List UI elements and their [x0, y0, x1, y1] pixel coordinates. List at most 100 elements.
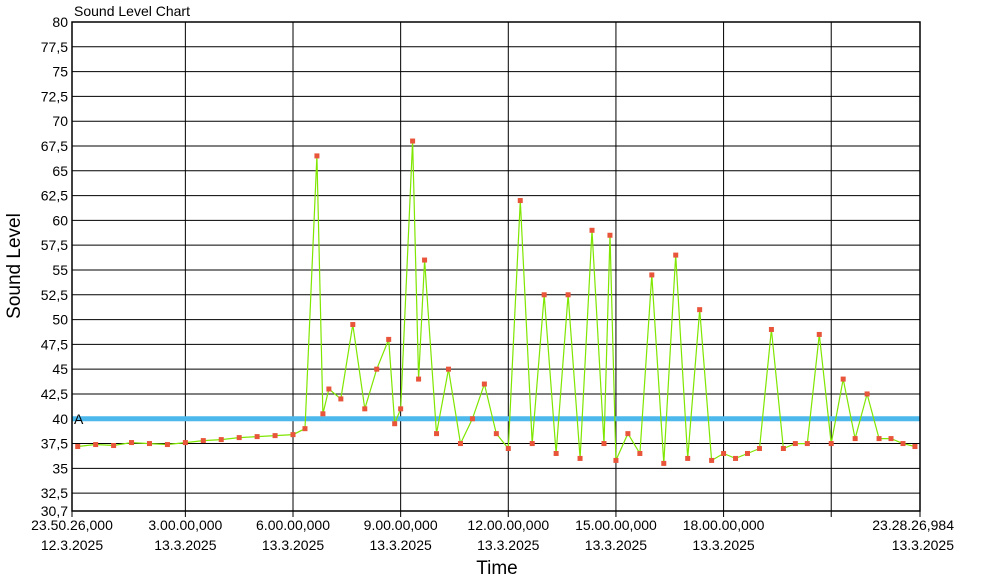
data-point: [146, 441, 152, 447]
data-point: [75, 444, 81, 450]
x-tick-time: 15.00.00,000: [575, 517, 657, 533]
data-point: [392, 421, 398, 427]
x-tick-date: 13.3.2025: [585, 537, 647, 553]
data-point: [272, 433, 278, 439]
data-point: [481, 381, 487, 387]
data-point: [589, 227, 595, 233]
data-point: [661, 460, 667, 466]
data-point: [326, 386, 332, 392]
data-point: [541, 292, 547, 298]
data-point: [457, 441, 463, 447]
data-point: [768, 326, 774, 332]
data-point: [374, 366, 380, 372]
data-point: [314, 153, 320, 159]
x-axis-label: Time: [476, 558, 518, 579]
data-point: [721, 450, 727, 456]
data-point: [601, 441, 607, 447]
y-tick-labels: 30,732,53537,54042,54547,55052,55557,560…: [41, 14, 68, 519]
x-tick-time: 18.00.00,000: [683, 517, 765, 533]
x-tick-date: 12.3.2025: [41, 537, 103, 553]
plot-area-border: [71, 21, 921, 512]
y-tick-label: 77,5: [41, 39, 68, 55]
data-point: [780, 446, 786, 452]
data-point: [93, 442, 99, 448]
y-tick-label: 47,5: [41, 336, 68, 352]
data-point: [625, 431, 631, 437]
data-point: [422, 257, 428, 263]
y-tick-label: 70: [52, 113, 68, 129]
data-point: [129, 440, 135, 446]
data-point: [697, 307, 703, 313]
y-tick-label: 57,5: [41, 237, 68, 253]
data-point: [613, 457, 619, 463]
threshold-label: A: [74, 411, 84, 427]
y-tick-label: 35: [52, 460, 68, 476]
data-point: [745, 450, 751, 456]
data-point: [445, 366, 451, 372]
data-point: [565, 292, 571, 298]
y-tick-label: 40: [52, 411, 68, 427]
data-point: [649, 272, 655, 278]
y-tick-label: 62,5: [41, 188, 68, 204]
x-tick-date: 13.3.2025: [477, 537, 539, 553]
data-point: [182, 440, 188, 446]
data-point: [673, 252, 679, 258]
y-tick-label: 65: [52, 163, 68, 179]
grid-lines: [71, 21, 921, 517]
y-tick-label: 67,5: [41, 138, 68, 154]
y-tick-label: 50: [52, 312, 68, 328]
data-point: [350, 322, 356, 328]
data-point: [553, 450, 559, 456]
data-point: [637, 450, 643, 456]
data-point: [290, 432, 296, 438]
x-tick-date: 13.3.2025: [370, 537, 432, 553]
threshold-group: A: [72, 411, 920, 427]
data-point: [302, 426, 308, 432]
y-tick-label: 55: [52, 262, 68, 278]
data-point: [410, 138, 416, 144]
data-point: [900, 441, 906, 447]
y-axis-label: Sound Level: [4, 213, 25, 319]
data-point: [362, 406, 368, 412]
y-tick-label: 72,5: [41, 88, 68, 104]
data-point: [398, 406, 404, 412]
data-point: [804, 441, 810, 447]
data-point: [164, 442, 170, 448]
data-point: [816, 331, 822, 337]
y-tick-label: 45: [52, 361, 68, 377]
data-point: [840, 376, 846, 382]
x-tick-date: 13.3.2025: [692, 537, 754, 553]
data-point: [864, 391, 870, 397]
data-point: [505, 446, 511, 452]
data-point: [888, 436, 894, 442]
data-point: [218, 437, 224, 443]
data-point: [469, 416, 475, 422]
x-tick-date: 13.3.2025: [262, 537, 324, 553]
y-tick-label: 60: [52, 212, 68, 228]
data-point: [338, 396, 344, 402]
data-point: [733, 455, 739, 461]
x-tick-time: 12.00.00,000: [467, 517, 549, 533]
data-point: [792, 441, 798, 447]
y-tick-label: 32,5: [41, 485, 68, 501]
data-point: [852, 436, 858, 442]
x-tick-date: 13.3.2025: [892, 537, 954, 553]
chart-title: Sound Level Chart: [74, 3, 190, 19]
series-line: [77, 140, 916, 464]
x-tick-date: 13.3.2025: [154, 537, 216, 553]
data-point: [254, 434, 260, 440]
x-tick-time: 23.50.26,000: [31, 517, 113, 533]
data-point: [236, 435, 242, 441]
y-tick-label: 80: [52, 14, 68, 30]
data-point: [529, 441, 535, 447]
data-point: [111, 443, 117, 449]
data-point: [912, 444, 918, 450]
x-tick-time: 3.00.00,000: [148, 517, 222, 533]
x-tick-time: 6.00.00,000: [256, 517, 330, 533]
data-point: [685, 455, 691, 461]
x-tick-time: 9.00.00,000: [364, 517, 438, 533]
data-point: [416, 376, 422, 382]
data-point: [709, 457, 715, 463]
x-tick-labels: 23.50.26,000 12.3.2025 3.00.00,000 13.3.202…: [31, 517, 954, 553]
data-point: [756, 446, 762, 452]
